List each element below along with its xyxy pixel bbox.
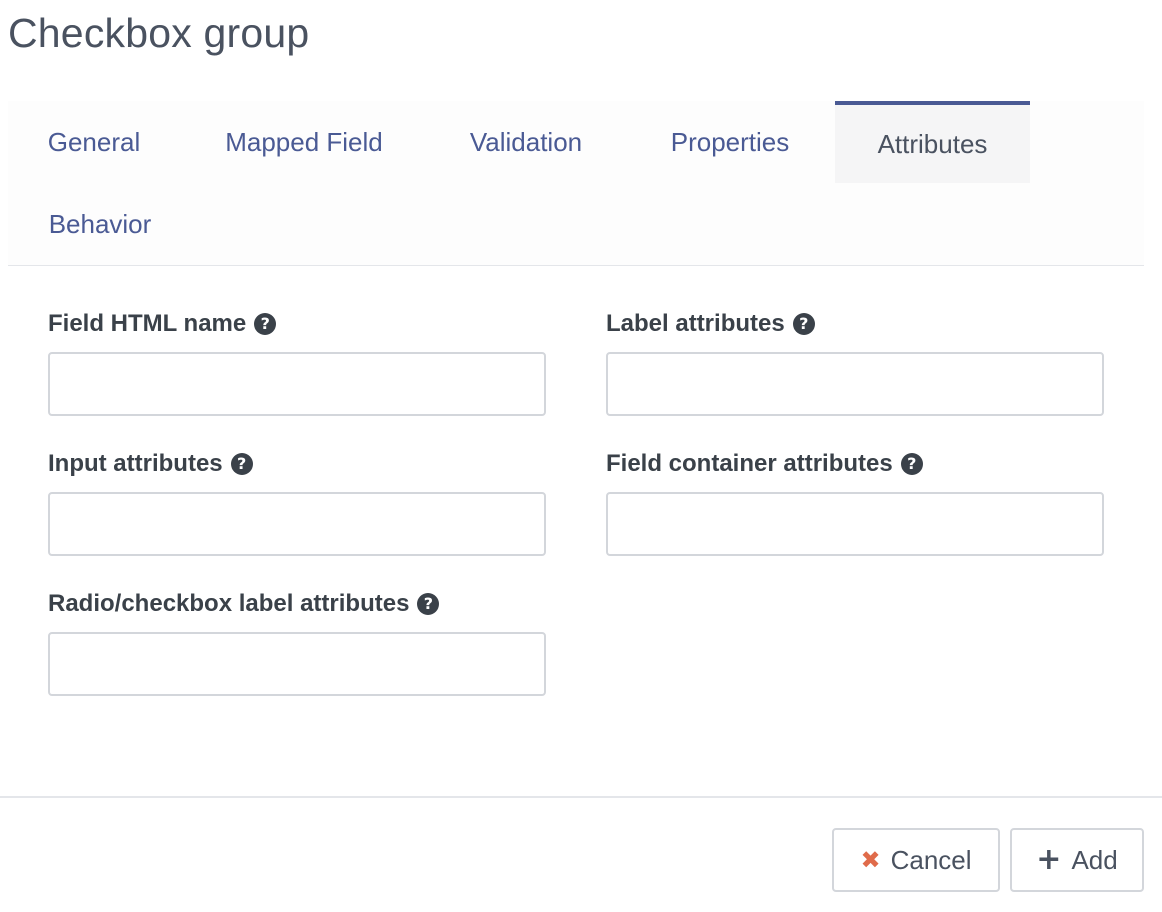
input-attributes-label-text: Input attributes [48,450,223,477]
tab-behavior[interactable]: Behavior [8,183,192,265]
tab-validation[interactable]: Validation [446,101,606,183]
modal: Checkbox group General Mapped Field Vali… [0,0,1162,912]
radio-checkbox-label-attributes-input[interactable] [48,632,546,696]
label-attributes-label: Label attributes ? [606,310,815,338]
close-icon: ✖ [860,846,881,874]
footer-divider [0,796,1162,798]
question-circle-icon[interactable]: ? [254,313,277,335]
add-button-label: Add [1071,844,1118,875]
field-container-attributes-label: Field container attributes ? [606,450,923,478]
field-container-attributes-label-text: Field container attributes [606,450,893,477]
tab-attributes[interactable]: Attributes [835,101,1030,183]
input-attributes-label: Input attributes ? [48,450,253,478]
add-button[interactable]: + Add [1010,828,1144,892]
input-attributes-input[interactable] [48,492,546,556]
tab-bar: General Mapped Field Validation Properti… [8,101,1144,266]
radio-checkbox-label-attributes-label: Radio/checkbox label attributes ? [48,590,440,618]
tab-properties[interactable]: Properties [648,101,812,183]
radio-checkbox-label-attributes-label-text: Radio/checkbox label attributes [48,590,410,617]
field-html-name-label: Field HTML name ? [48,310,277,338]
cancel-button-label: Cancel [890,844,972,875]
tab-general[interactable]: General [8,101,180,183]
question-circle-icon[interactable]: ? [900,453,923,475]
question-circle-icon[interactable]: ? [792,313,815,335]
field-html-name-input[interactable] [48,352,546,416]
question-circle-icon[interactable]: ? [230,453,253,475]
cancel-button[interactable]: ✖ Cancel [832,828,1000,892]
tab-mapped-field[interactable]: Mapped Field [200,101,408,183]
question-circle-icon[interactable]: ? [417,593,440,615]
label-attributes-label-text: Label attributes [606,310,785,337]
plus-icon: + [1036,842,1062,877]
label-attributes-input[interactable] [606,352,1104,416]
field-container-attributes-input[interactable] [606,492,1104,556]
modal-title: Checkbox group [8,10,310,56]
field-html-name-label-text: Field HTML name [48,310,247,337]
